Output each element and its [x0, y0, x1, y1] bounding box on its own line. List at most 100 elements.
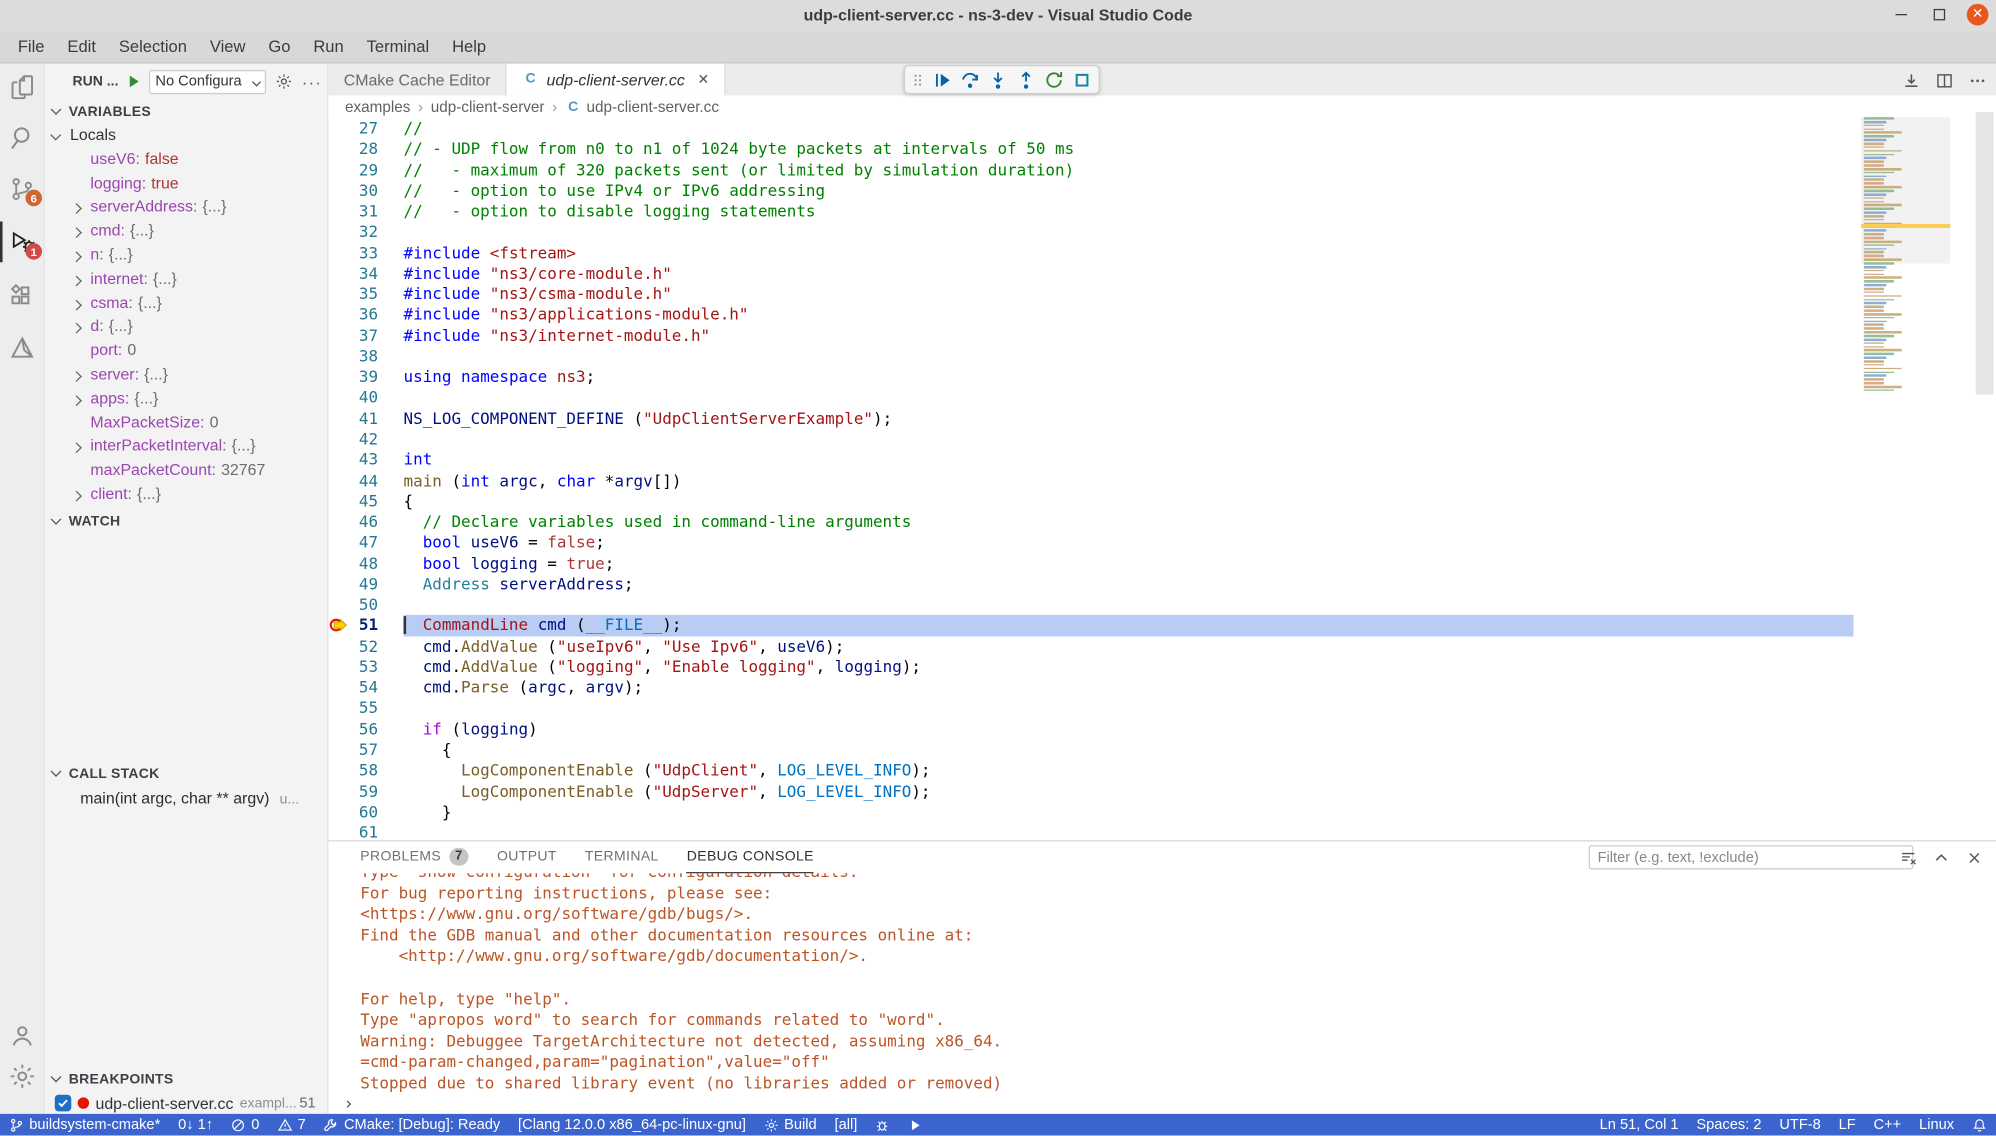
maximize-button[interactable] [1929, 4, 1951, 26]
code-line-27[interactable]: 27// [328, 118, 1996, 139]
line-number[interactable]: 33 [354, 243, 378, 264]
gutter-glyph-margin[interactable] [328, 139, 353, 159]
variable-apps[interactable]: apps:{...} [45, 387, 329, 411]
menu-view[interactable]: View [198, 32, 256, 60]
tab-udp-client-server-cc[interactable]: Cudp-client-server.cc✕ [507, 64, 726, 96]
variable-maxpacketcount[interactable]: maxPacketCount:32767 [45, 458, 329, 482]
line-number[interactable]: 38 [354, 346, 378, 367]
gutter-glyph-margin[interactable] [328, 781, 353, 801]
line-number[interactable]: 51 [354, 615, 378, 636]
problems-errors-status[interactable]: 0 [222, 1114, 268, 1136]
line-number[interactable]: 60 [354, 802, 378, 823]
settings-gear-activity-button[interactable] [0, 1055, 45, 1096]
line-number[interactable]: 44 [354, 470, 378, 491]
watch-section-header[interactable]: WATCH [45, 509, 329, 533]
cmake-launch-button[interactable] [899, 1114, 932, 1136]
continue-button[interactable] [928, 66, 955, 93]
line-number[interactable]: 34 [354, 263, 378, 284]
code-line-30[interactable]: 30// - option to use IPv4 or IPv6 addres… [328, 181, 1996, 202]
line-number[interactable]: 29 [354, 160, 378, 181]
code-line-41[interactable]: 41NS_LOG_COMPONENT_DEFINE ("UdpClientSer… [328, 408, 1996, 429]
menu-edit[interactable]: Edit [56, 32, 107, 60]
menu-go[interactable]: Go [257, 32, 302, 60]
problems-warnings-status[interactable]: 7 [268, 1114, 314, 1136]
menu-file[interactable]: File [6, 32, 56, 60]
gutter-glyph-margin[interactable] [328, 429, 353, 449]
line-number[interactable]: 50 [354, 595, 378, 616]
line-number[interactable]: 43 [354, 450, 378, 471]
console-filter-input[interactable] [1589, 845, 1914, 869]
breadcrumb-item[interactable]: udp-client-server [431, 98, 545, 116]
gutter-glyph-margin[interactable] [328, 388, 353, 408]
code-line-33[interactable]: 33#include <fstream> [328, 243, 1996, 264]
code-line-55[interactable]: 55 [328, 698, 1996, 719]
code-line-59[interactable]: 59 LogComponentEnable ("UdpServer", LOG_… [328, 781, 1996, 802]
variable-usev6[interactable]: useV6:false [45, 147, 329, 171]
variable-csma[interactable]: csma:{...} [45, 291, 329, 315]
gutter-glyph-margin[interactable] [328, 491, 353, 511]
search-activity-button[interactable] [0, 117, 45, 158]
gutter-glyph-margin[interactable] [328, 740, 353, 760]
line-number[interactable]: 30 [354, 181, 378, 202]
tab-cmake-cache-editor[interactable]: CMake Cache Editor [328, 64, 507, 96]
breakpoint-checkbox[interactable] [55, 1095, 72, 1112]
code-line-37[interactable]: 37#include "ns3/internet-module.h" [328, 325, 1996, 346]
gutter-glyph-margin[interactable] [328, 325, 353, 345]
code-line-52[interactable]: 52 cmd.AddValue ("useIpv6", "Use Ipv6", … [328, 636, 1996, 657]
code-line-32[interactable]: 32 [328, 222, 1996, 243]
git-sync-status[interactable]: 0↓ 1↑ [169, 1114, 222, 1136]
gutter-glyph-margin[interactable] [328, 160, 353, 180]
menu-run[interactable]: Run [302, 32, 355, 60]
drag-handle[interactable] [909, 66, 927, 93]
step-out-button[interactable] [1012, 66, 1039, 93]
line-number[interactable]: 59 [354, 781, 378, 802]
breadcrumb-item[interactable]: udp-client-server.cc [587, 98, 719, 116]
cmake-activity-button[interactable] [0, 327, 45, 368]
gutter-glyph-margin[interactable] [328, 367, 353, 387]
code-line-35[interactable]: 35#include "ns3/csma-module.h" [328, 284, 1996, 305]
line-number[interactable]: 55 [354, 698, 378, 719]
variable-internet[interactable]: internet:{...} [45, 267, 329, 291]
menu-terminal[interactable]: Terminal [355, 32, 440, 60]
gutter-glyph-margin[interactable] [328, 512, 353, 532]
variable-client[interactable]: client:{...} [45, 482, 329, 506]
code-line-47[interactable]: 47 bool useV6 = false; [328, 533, 1996, 554]
cmake-build-target[interactable]: [all] [826, 1114, 867, 1136]
code-line-44[interactable]: 44main (int argc, char *argv[]) [328, 470, 1996, 491]
more-actions-icon[interactable]: ··· [302, 72, 322, 91]
gutter-glyph-margin[interactable] [328, 263, 353, 283]
line-number[interactable]: 49 [354, 574, 378, 595]
call-stack-frame[interactable]: main(int argc, char ** argv)u... [45, 787, 329, 811]
variable-cmd[interactable]: cmd:{...} [45, 219, 329, 243]
panel-tab-output[interactable]: OUTPUT [497, 841, 557, 873]
gutter-glyph-margin[interactable] [328, 118, 353, 138]
gutter-glyph-margin[interactable] [328, 719, 353, 739]
cmake-kit-status[interactable]: [Clang 12.0.0 x86_64-pc-linux-gnu] [509, 1114, 755, 1136]
line-number[interactable]: 39 [354, 367, 378, 388]
minimize-button[interactable] [1890, 4, 1912, 26]
gutter-glyph-margin[interactable] [328, 305, 353, 325]
close-tab-icon[interactable]: ✕ [698, 71, 710, 88]
line-number[interactable]: 52 [354, 636, 378, 657]
line-number[interactable]: 32 [354, 222, 378, 243]
line-number[interactable]: 54 [354, 677, 378, 698]
code-line-61[interactable]: 61 [328, 822, 1996, 840]
variable-logging[interactable]: logging:true [45, 171, 329, 195]
minimap[interactable] [1861, 117, 1950, 400]
line-number[interactable]: 28 [354, 139, 378, 160]
cursor-position-status[interactable]: Ln 51, Col 1 [1591, 1114, 1688, 1136]
panel-tab-debug-console[interactable]: DEBUG CONSOLE [687, 841, 814, 873]
gutter-glyph-margin[interactable] [328, 222, 353, 242]
variables-section-header[interactable]: VARIABLES [45, 99, 329, 123]
gutter-glyph-margin[interactable] [328, 243, 353, 263]
line-number[interactable]: 35 [354, 284, 378, 305]
line-number[interactable]: 41 [354, 408, 378, 429]
line-number[interactable]: 42 [354, 429, 378, 450]
close-panel-icon[interactable] [1963, 847, 1986, 870]
variable-serveraddress[interactable]: serverAddress:{...} [45, 195, 329, 219]
breadcrumb-item[interactable]: examples [345, 98, 410, 116]
line-number[interactable]: 27 [354, 118, 378, 139]
line-number[interactable]: 46 [354, 512, 378, 533]
start-debugging-button[interactable] [125, 73, 143, 91]
line-number[interactable]: 47 [354, 533, 378, 554]
